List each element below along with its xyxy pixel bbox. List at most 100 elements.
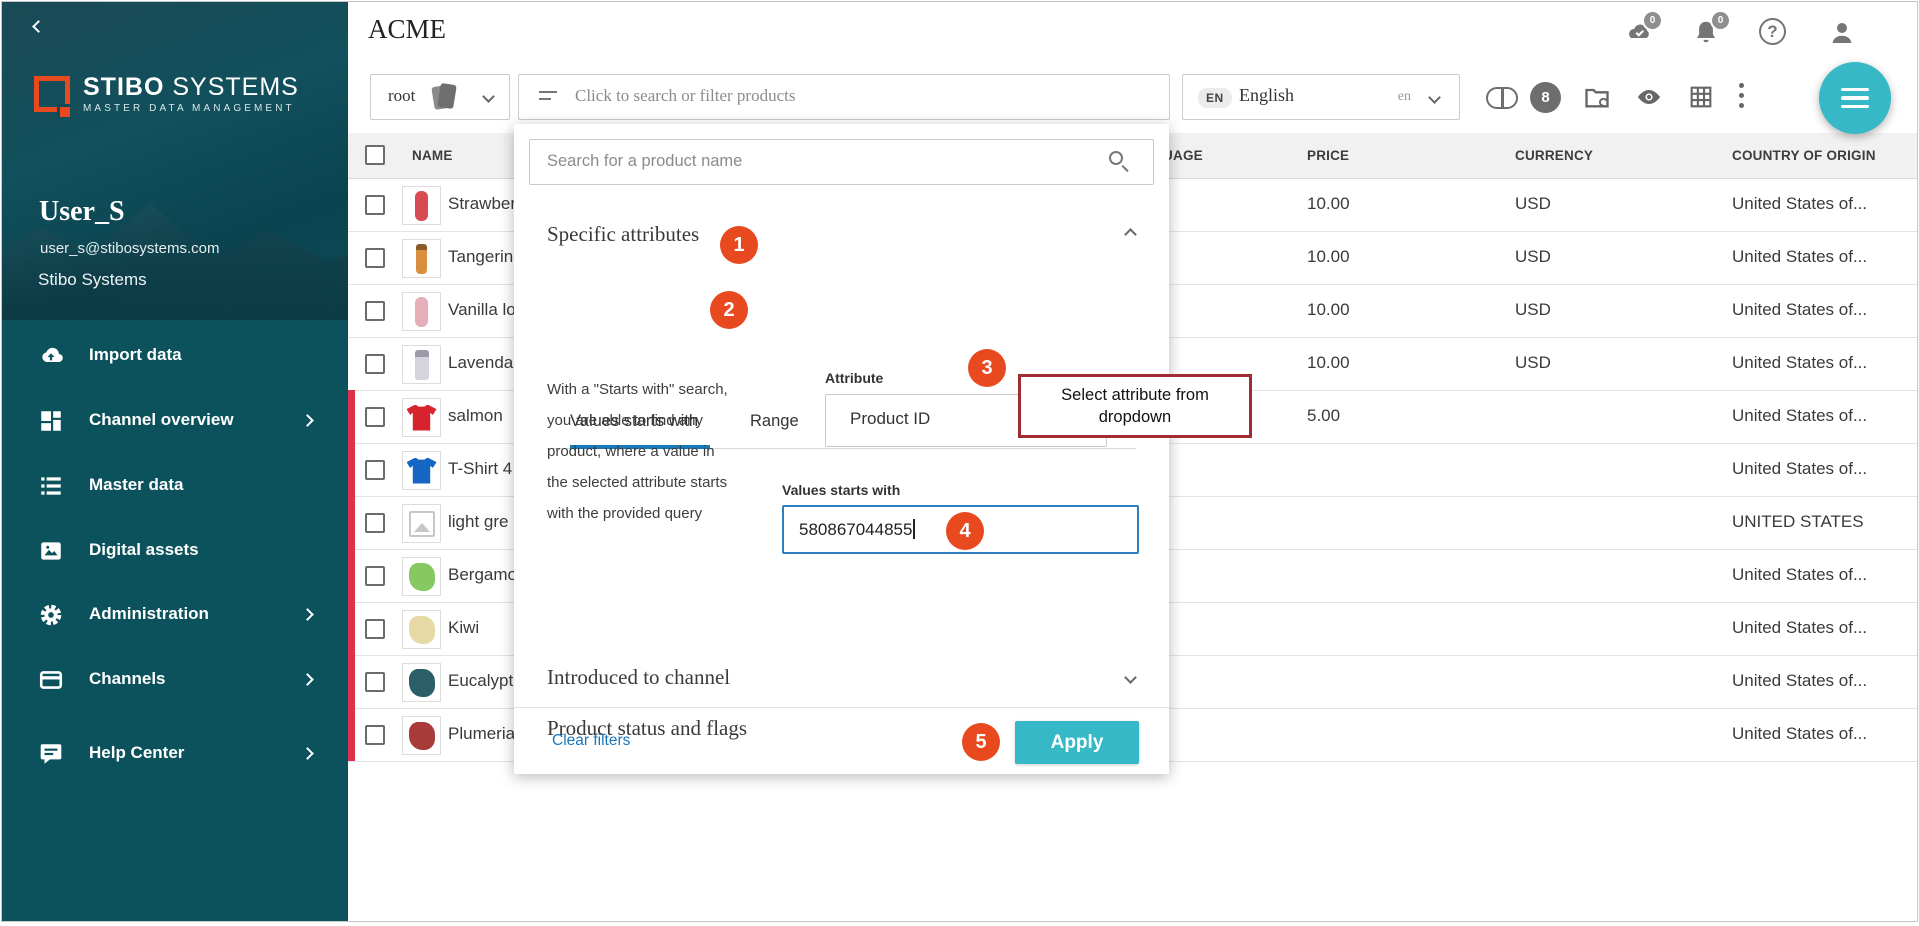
topbar-status-icons: 0 0 ? bbox=[1623, 18, 1857, 48]
cell-price: 10.00 bbox=[1307, 353, 1350, 373]
context-selector[interactable]: root bbox=[370, 74, 510, 120]
row-checkbox[interactable] bbox=[365, 619, 385, 639]
cell-country: United States of... bbox=[1732, 671, 1867, 691]
cell-name: Kiwi bbox=[448, 618, 479, 638]
row-checkbox[interactable] bbox=[365, 460, 385, 480]
chevron-right-icon bbox=[301, 747, 314, 760]
row-checkbox[interactable] bbox=[365, 195, 385, 215]
user-email: user_s@stibosystems.com bbox=[40, 240, 219, 257]
thumbnail-image bbox=[409, 722, 435, 750]
column-header-country[interactable]: COUNTRY OF ORIGIN bbox=[1732, 148, 1876, 163]
grid-tiles-icon bbox=[38, 408, 64, 434]
stibo-logo: STIBO SYSTEMS MASTER DATA MANAGEMENT bbox=[34, 74, 299, 114]
help-icon[interactable]: ? bbox=[1759, 18, 1789, 48]
row-checkbox[interactable] bbox=[365, 354, 385, 374]
notifications-bell-icon[interactable]: 0 bbox=[1691, 18, 1721, 48]
chat-icon bbox=[38, 741, 64, 767]
sidebar-item-label: Master data bbox=[89, 475, 183, 495]
cell-country: United States of... bbox=[1732, 300, 1867, 320]
compare-toggle-icon[interactable] bbox=[1486, 83, 1522, 113]
cell-currency: USD bbox=[1515, 247, 1551, 267]
expand-chevron-down-icon[interactable] bbox=[1124, 671, 1137, 684]
sidebar-item-administration[interactable]: Administration bbox=[2, 593, 348, 637]
image-icon bbox=[38, 538, 64, 564]
sidebar-item-digital-assets[interactable]: Digital assets bbox=[2, 529, 348, 573]
clear-filters-link[interactable]: Clear filters bbox=[552, 732, 630, 750]
cell-name: salmon bbox=[448, 406, 503, 426]
column-header-name[interactable]: NAME bbox=[412, 148, 453, 163]
select-all-checkbox[interactable] bbox=[365, 145, 385, 165]
folder-sync-icon[interactable] bbox=[1583, 83, 1613, 113]
more-kebab-icon[interactable] bbox=[1739, 83, 1745, 113]
sidebar-item-help-center[interactable]: Help Center bbox=[2, 732, 348, 776]
language-selector[interactable]: EN English en bbox=[1182, 74, 1460, 120]
stibo-logo-square-icon bbox=[34, 76, 70, 112]
row-checkbox[interactable] bbox=[365, 513, 385, 533]
cell-price: 10.00 bbox=[1307, 194, 1350, 214]
chevron-right-icon bbox=[301, 673, 314, 686]
cell-name: Bergamo bbox=[448, 565, 517, 585]
table-grid-icon[interactable] bbox=[1687, 83, 1717, 113]
product-thumbnail bbox=[402, 292, 441, 331]
row-checkbox[interactable] bbox=[365, 725, 385, 745]
cell-country: United States of... bbox=[1732, 353, 1867, 373]
compare-count-badge[interactable]: 8 bbox=[1530, 82, 1561, 113]
cell-country: United States of... bbox=[1732, 724, 1867, 744]
sidebar-item-master-data[interactable]: Master data bbox=[2, 464, 348, 508]
column-header-price[interactable]: PRICE bbox=[1307, 148, 1349, 163]
step-badge-1: 1 bbox=[720, 226, 758, 264]
thumbnail-image bbox=[409, 563, 435, 591]
language-value: English bbox=[1239, 85, 1294, 106]
sidebar-item-import-data[interactable]: Import data bbox=[2, 334, 348, 378]
row-checkbox[interactable] bbox=[365, 672, 385, 692]
sidebar-item-channels[interactable]: Channels bbox=[2, 658, 348, 702]
user-organization: Stibo Systems bbox=[38, 270, 147, 290]
cell-price: 10.00 bbox=[1307, 300, 1350, 320]
section-introduced-heading[interactable]: Introduced to channel bbox=[547, 665, 730, 690]
collapse-sidebar-button[interactable] bbox=[34, 18, 58, 42]
attribute-label: Attribute bbox=[825, 370, 883, 386]
chevron-right-icon bbox=[301, 414, 314, 427]
notifications-count-badge: 0 bbox=[1712, 12, 1729, 29]
chevron-left-icon bbox=[32, 20, 45, 33]
values-input-value: 580867044855 bbox=[799, 520, 912, 539]
sidebar-item-channel-overview[interactable]: Channel overview bbox=[2, 399, 348, 443]
collapse-chevron-up-icon[interactable] bbox=[1124, 228, 1137, 241]
annotation-callout: Select attribute from dropdown bbox=[1018, 374, 1252, 438]
language-suffix: en bbox=[1398, 89, 1411, 105]
row-checkbox[interactable] bbox=[365, 301, 385, 321]
cell-price: 10.00 bbox=[1307, 247, 1350, 267]
tasks-cloud-icon[interactable]: 0 bbox=[1623, 18, 1653, 48]
row-checkbox[interactable] bbox=[365, 248, 385, 268]
thumbnail-image bbox=[407, 458, 437, 484]
thumbnail-image bbox=[415, 297, 428, 327]
sidebar-item-label: Digital assets bbox=[89, 540, 199, 560]
cell-country: United States of... bbox=[1732, 459, 1867, 479]
apply-button[interactable]: Apply bbox=[1015, 721, 1139, 764]
cell-name: Strawber bbox=[448, 194, 516, 214]
preview-eye-icon[interactable] bbox=[1635, 83, 1665, 113]
product-thumbnail bbox=[402, 451, 441, 490]
cell-country: United States of... bbox=[1732, 194, 1867, 214]
cell-currency: USD bbox=[1515, 300, 1551, 320]
section-specific-attributes[interactable]: Specific attributes bbox=[547, 222, 699, 247]
product-search-bar[interactable]: Click to search or filter products bbox=[518, 74, 1170, 120]
sidebar-item-label: Channel overview bbox=[89, 410, 234, 430]
tasks-count-badge: 0 bbox=[1644, 12, 1661, 29]
thumbnail-image bbox=[409, 669, 435, 697]
cell-name: Lavenda bbox=[448, 353, 513, 373]
row-checkbox[interactable] bbox=[365, 566, 385, 586]
account-icon[interactable] bbox=[1827, 18, 1857, 48]
filter-panel: Search for a product name Specific attri… bbox=[514, 124, 1169, 774]
product-thumbnail bbox=[402, 557, 441, 596]
column-header-currency[interactable]: CURRENCY bbox=[1515, 148, 1593, 163]
cell-name: Vanilla lo bbox=[448, 300, 516, 320]
row-checkbox[interactable] bbox=[365, 407, 385, 427]
page-title: ACME bbox=[368, 14, 446, 45]
step-badge-4: 4 bbox=[946, 512, 984, 550]
product-name-search-input[interactable]: Search for a product name bbox=[529, 139, 1154, 185]
card-icon bbox=[38, 667, 64, 693]
cell-name: light gre bbox=[448, 512, 508, 532]
logo-brand-bold: STIBO bbox=[83, 73, 164, 101]
menu-fab-button[interactable] bbox=[1819, 62, 1891, 134]
